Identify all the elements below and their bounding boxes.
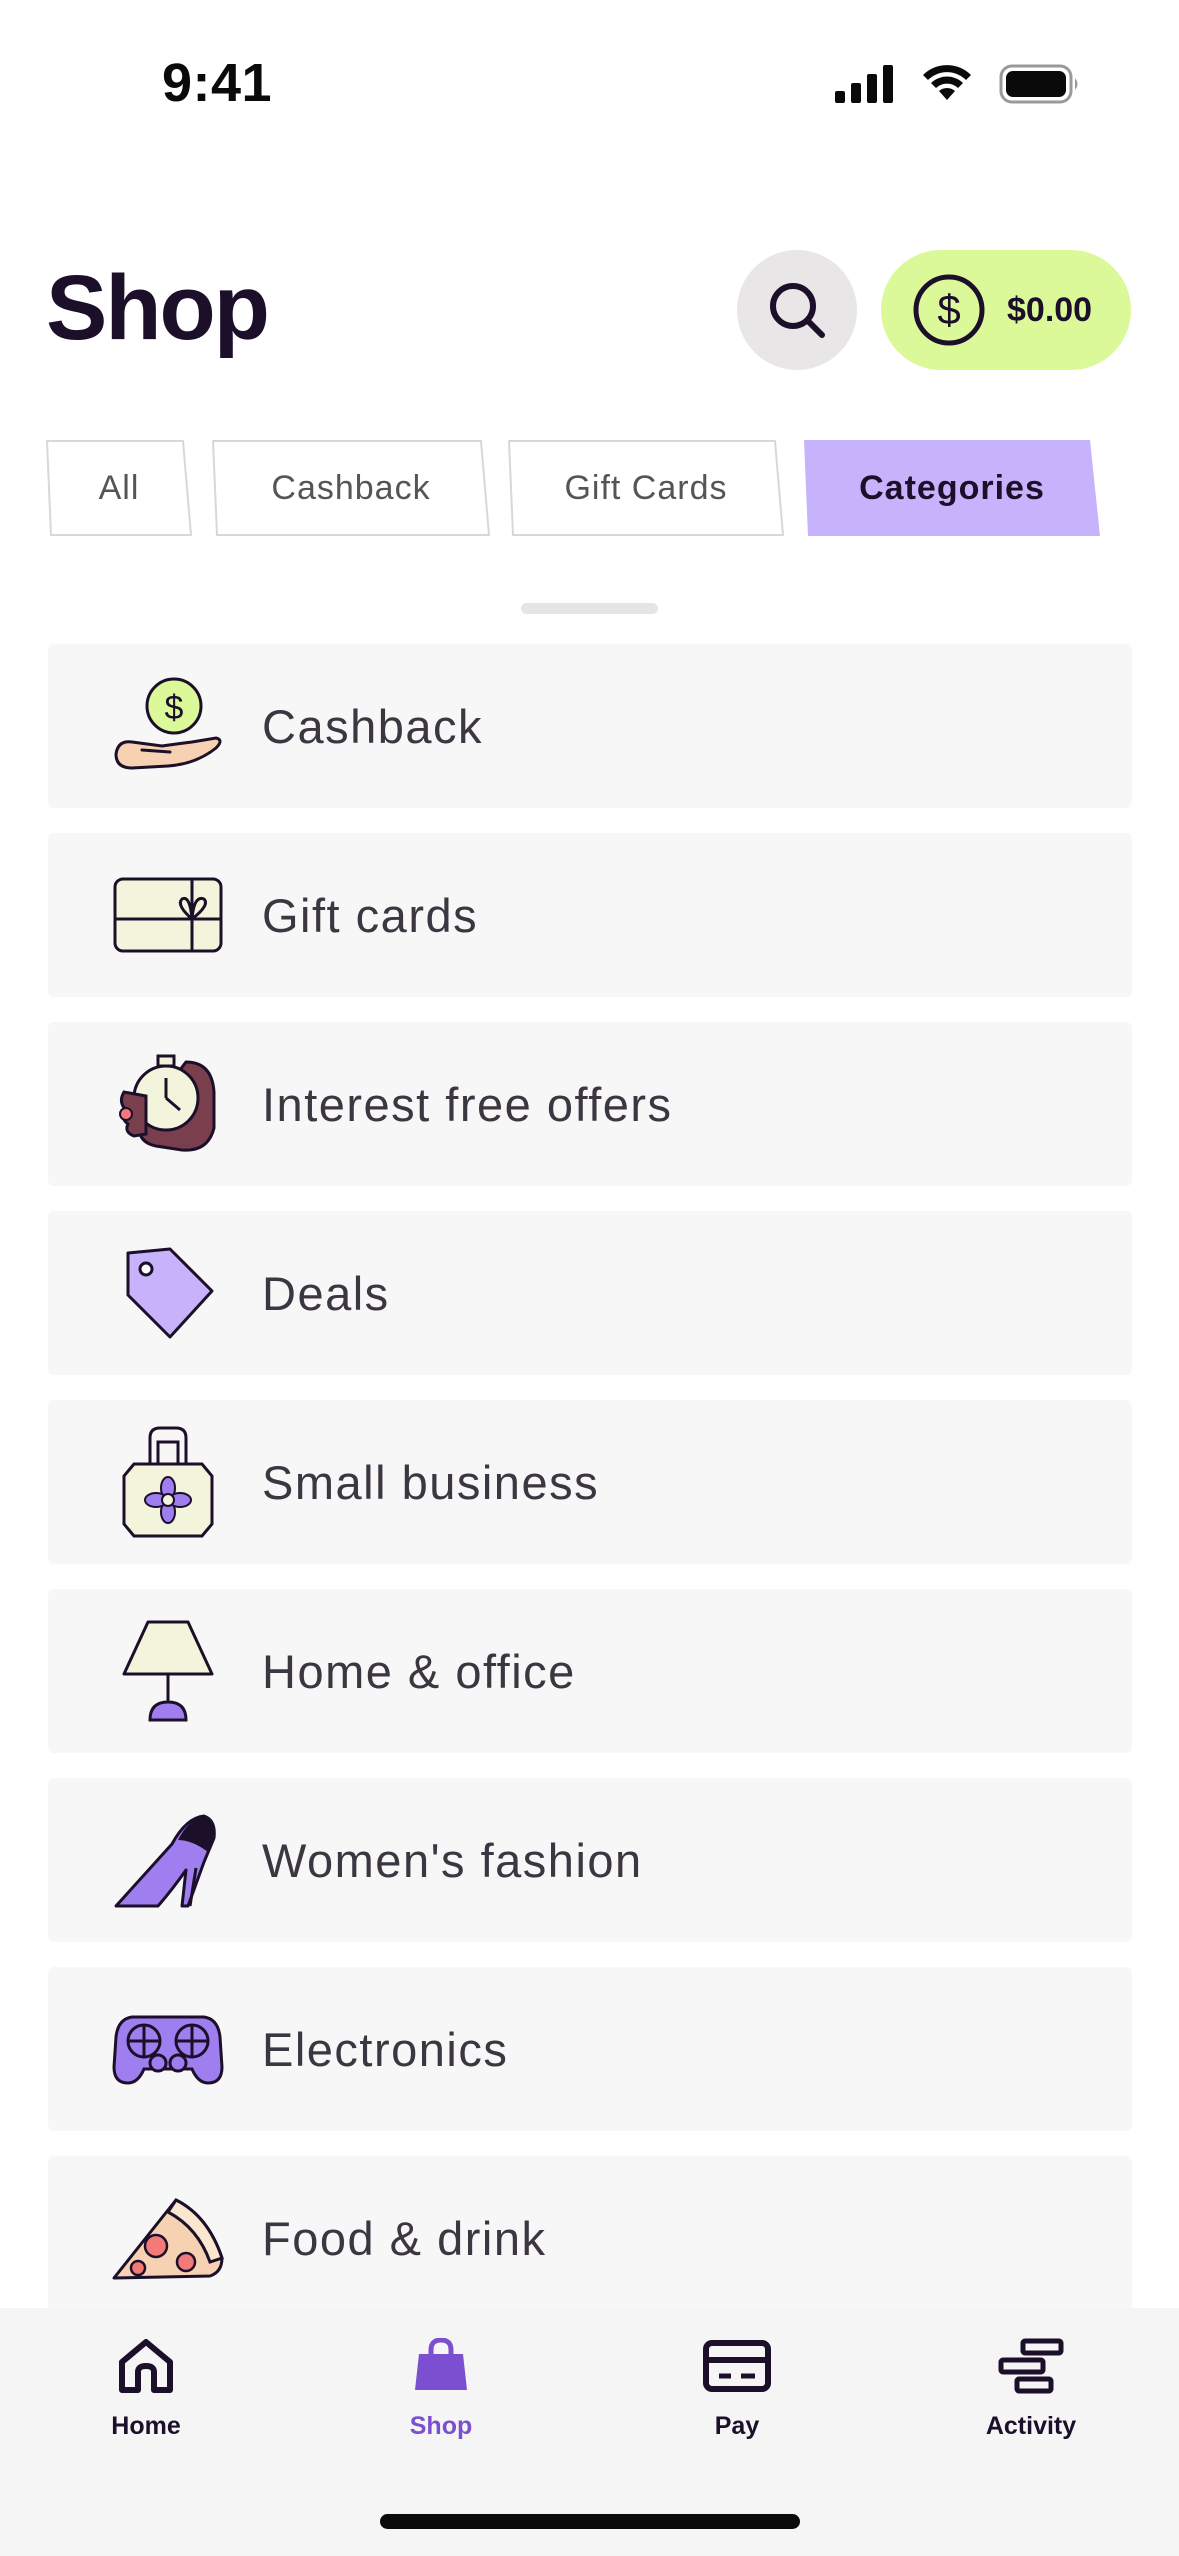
battery-icon bbox=[999, 64, 1078, 104]
balance-amount: $0.00 bbox=[1007, 290, 1093, 329]
stopwatch-hand-icon bbox=[108, 1044, 228, 1164]
tab-label: All bbox=[98, 468, 140, 507]
category-small-business[interactable]: Small business bbox=[48, 1400, 1132, 1564]
category-list: $ Cashback Gift cards Interest free offe… bbox=[48, 644, 1132, 2308]
tab-label: Cashback bbox=[271, 468, 431, 507]
category-deals[interactable]: Deals bbox=[48, 1211, 1132, 1375]
tab-label: Categories bbox=[859, 468, 1045, 507]
category-electronics[interactable]: Electronics bbox=[48, 1967, 1132, 2131]
lamp-icon bbox=[108, 1611, 228, 1731]
category-food-drink[interactable]: Food & drink bbox=[48, 2156, 1132, 2308]
tab-label: Gift Cards bbox=[564, 468, 728, 507]
price-tag-icon bbox=[108, 1233, 228, 1353]
nav-label: Activity bbox=[985, 2412, 1077, 2440]
balance-button[interactable]: $ $0.00 bbox=[881, 250, 1131, 370]
category-label: Home & office bbox=[262, 1644, 576, 1698]
nav-activity[interactable]: Activity bbox=[931, 2338, 1131, 2488]
svg-text:$: $ bbox=[937, 286, 960, 333]
gift-card-icon bbox=[108, 855, 228, 975]
category-label: Electronics bbox=[262, 2022, 509, 2076]
category-cashback[interactable]: $ Cashback bbox=[48, 644, 1132, 808]
home-icon bbox=[119, 2339, 173, 2393]
search-icon bbox=[770, 283, 825, 338]
category-label: Women's fashion bbox=[262, 1833, 643, 1887]
high-heel-icon bbox=[108, 1800, 228, 1920]
category-label: Deals bbox=[262, 1266, 390, 1320]
tab-all[interactable]: All bbox=[46, 440, 192, 536]
category-womens-fashion[interactable]: Women's fashion bbox=[48, 1778, 1132, 1942]
category-label: Gift cards bbox=[262, 888, 479, 942]
nav-home[interactable]: Home bbox=[46, 2338, 246, 2488]
status-icons bbox=[835, 64, 1081, 104]
shopping-bag-icon bbox=[415, 2338, 467, 2390]
category-gift-cards[interactable]: Gift cards bbox=[48, 833, 1132, 997]
dollar-coin-icon: $ bbox=[913, 274, 985, 346]
pizza-icon bbox=[108, 2178, 228, 2298]
card-icon bbox=[703, 2340, 771, 2392]
home-indicator bbox=[380, 2514, 800, 2529]
tab-gift-cards[interactable]: Gift Cards bbox=[508, 440, 784, 536]
nav-label: Home bbox=[111, 2412, 181, 2440]
category-label: Interest free offers bbox=[262, 1077, 673, 1131]
tote-bag-icon bbox=[108, 1422, 228, 1542]
tab-categories[interactable]: Categories bbox=[804, 440, 1100, 536]
nav-label: Pay bbox=[714, 2412, 760, 2440]
wifi-icon bbox=[923, 65, 971, 100]
drag-handle[interactable] bbox=[521, 603, 658, 614]
category-home-office[interactable]: Home & office bbox=[48, 1589, 1132, 1753]
status-time: 9:41 bbox=[162, 53, 273, 113]
category-label: Cashback bbox=[262, 699, 483, 753]
activity-icon bbox=[998, 2338, 1064, 2394]
nav-label: Shop bbox=[409, 2412, 473, 2440]
svg-text:$: $ bbox=[165, 689, 184, 727]
search-button[interactable] bbox=[737, 250, 857, 370]
category-interest-free-offers[interactable]: Interest free offers bbox=[48, 1022, 1132, 1186]
hand-coin-icon: $ bbox=[108, 666, 228, 786]
status-bar: 9:41 bbox=[0, 0, 1179, 160]
cellular-signal-icon bbox=[835, 65, 893, 103]
tab-cashback[interactable]: Cashback bbox=[212, 440, 490, 536]
nav-pay[interactable]: Pay bbox=[637, 2338, 837, 2488]
page-title: Shop bbox=[46, 257, 270, 359]
nav-shop[interactable]: Shop bbox=[341, 2338, 541, 2488]
category-label: Food & drink bbox=[262, 2211, 547, 2265]
game-controller-icon bbox=[108, 1989, 228, 2109]
category-label: Small business bbox=[262, 1455, 600, 1509]
